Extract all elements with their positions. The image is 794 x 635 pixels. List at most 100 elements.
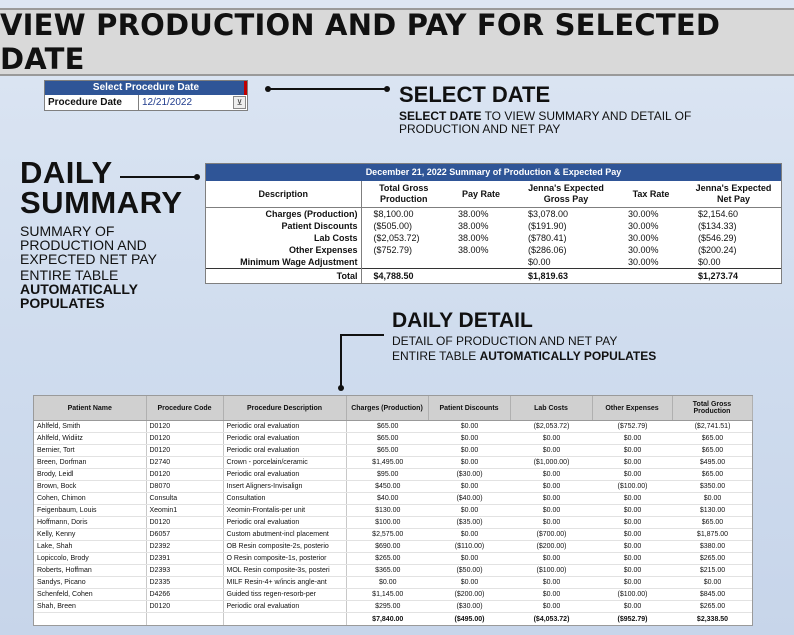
table-row[interactable]: Brown, Bock D8070 Insert Aligners-Invisali…: [34, 480, 752, 493]
connector-line: [340, 334, 342, 387]
daily-detail-line2: ENTIRE TABLE AUTOMATICALLY POPULATES: [392, 349, 722, 364]
daily-summary-heading: DAILY SUMMARY: [20, 157, 183, 218]
table-row[interactable]: Hoffmann, Doris D0120 Periodic oral evalua…: [34, 516, 752, 529]
detail-text-cell: Feigenbaum, Louis: [34, 504, 147, 517]
summary-value-cell: 30.00%: [628, 245, 659, 255]
detail-amount-cell: ($110.00): [428, 540, 510, 553]
detail-col-header: Total Gross Production: [672, 396, 753, 421]
table-row[interactable]: Feigenbaum, Louis Xeomin1 Xeomin-Frontalis…: [34, 504, 752, 517]
summary-value-cell: $1,819.63: [516, 268, 616, 283]
daily-detail-line1: DETAIL OF PRODUCTION AND NET PAY: [392, 334, 618, 348]
detail-amount-cell: $1,875.00: [672, 528, 752, 541]
summary-value-cell: $2,154.60: [698, 209, 739, 219]
detail-amount-cell: $495.00: [672, 456, 752, 469]
detail-text-cell: D8070: [146, 480, 224, 493]
detail-text-cell: Cohen, Chimon: [34, 492, 147, 505]
detail-text-cell: D6057: [146, 528, 224, 541]
detail-amount-cell: $0.00: [510, 432, 592, 445]
summary-value-cell: 30.00%: [628, 257, 659, 267]
table-row[interactable]: Bernier, Tort D0120 Periodic oral evaluati…: [34, 444, 752, 457]
detail-amount-cell: $0.00: [428, 552, 510, 565]
filter-dropdown-icon[interactable]: ⊻: [233, 96, 246, 109]
detail-amount-cell: ($752.79): [592, 420, 672, 433]
detail-amount-cell: $130.00: [672, 504, 752, 517]
detail-text-cell: D0120: [146, 444, 224, 457]
summary-title: December 21, 2022 Summary of Production …: [206, 164, 781, 181]
summary-value-cell: ($286.06): [528, 245, 567, 255]
detail-amount-cell: $7,840.00: [346, 612, 428, 625]
summary-col-header: Jenna's Expected Gross Pay: [516, 181, 616, 208]
summary-description-cell: Patient Discounts: [206, 220, 362, 232]
table-row[interactable]: Lopiccolo, Brody D2391 O Resin composite-1…: [34, 552, 752, 565]
detail-text-cell: OB Resin composite-2s, posterio: [223, 540, 347, 553]
detail-amount-cell: $0.00: [510, 492, 592, 505]
table-row[interactable]: Brody, Leidl D0120 Periodic oral evaluatio…: [34, 468, 752, 481]
summary-row: Other Expenses ($752.79) 38.00% ($286.06) 30…: [206, 244, 781, 256]
detail-amount-cell: $65.00: [346, 444, 428, 457]
table-row[interactable]: Sandys, Picano D2335 MILF Resin-4+ w/incis…: [34, 576, 752, 589]
detail-text-cell: Xeomin-Frontalis-per unit: [223, 504, 347, 517]
table-row[interactable]: Kelly, Kenny D6057 Custom abutment-incl pl…: [34, 528, 752, 541]
detail-text-cell: [34, 612, 147, 625]
summary-row: Charges (Production) $8,100.00 38.00% $3,07…: [206, 207, 781, 220]
summary-description-cell: Other Expenses: [206, 244, 362, 256]
summary-value-cell: 30.00%: [628, 209, 659, 219]
connector-dot: [194, 174, 200, 180]
detail-amount-cell: $0.00: [592, 600, 672, 613]
select-date-header: Select Procedure Date: [45, 81, 247, 95]
detail-amount-cell: ($200.00): [428, 588, 510, 601]
detail-text-cell: Ahlfeld, Widiitz: [34, 432, 147, 445]
detail-amount-cell: $0.00: [428, 432, 510, 445]
detail-amount-cell: $265.00: [672, 552, 752, 565]
detail-text-cell: Breen, Dorfman: [34, 456, 147, 469]
detail-text-cell: [223, 612, 347, 625]
table-row[interactable]: Roberts, Hoffman D2393 MOL Resin composite…: [34, 564, 752, 577]
select-date-desc-bold: SELECT DATE: [399, 109, 482, 123]
detail-text-cell: Guided tiss regen-resorb-per: [223, 588, 347, 601]
detail-amount-cell: ($100.00): [592, 588, 672, 601]
detail-amount-cell: $95.00: [346, 468, 428, 481]
summary-value-cell: $0.00: [528, 257, 551, 267]
summary-value-cell: ($505.00): [373, 221, 413, 231]
detail-col-header: Procedure Description: [223, 396, 347, 421]
detail-amount-cell: $350.00: [672, 480, 752, 493]
detail-amount-cell: $265.00: [346, 552, 428, 565]
detail-amount-cell: $0.00: [592, 516, 672, 529]
daily-detail-line2-text: ENTIRE TABLE: [392, 349, 480, 363]
procedure-date-input[interactable]: 12/21/2022 ⊻: [139, 95, 247, 110]
summary-value-cell: $4,788.50: [361, 268, 446, 283]
detail-text-cell: Crown - porcelain/ceramic: [223, 456, 347, 469]
detail-text-cell: D2335: [146, 576, 224, 589]
detail-text-cell: Periodic oral evaluation: [223, 516, 347, 529]
detail-amount-cell: $0.00: [346, 576, 428, 589]
detail-amount-cell: $0.00: [592, 468, 672, 481]
detail-amount-cell: ($35.00): [428, 516, 510, 529]
daily-detail-description: DETAIL OF PRODUCTION AND NET PAY ENTIRE …: [392, 334, 722, 364]
detail-amount-cell: $690.00: [346, 540, 428, 553]
summary-value-cell: 38.00%: [458, 209, 489, 219]
detail-amount-cell: $130.00: [346, 504, 428, 517]
summary-value-cell: [361, 256, 446, 269]
summary-row: Patient Discounts ($505.00) 38.00% ($191.90…: [206, 220, 781, 232]
detail-amount-cell: ($50.00): [428, 564, 510, 577]
detail-amount-cell: $0.00: [672, 492, 752, 505]
table-row[interactable]: Shah, Breen D0120 Periodic oral evaluation…: [34, 600, 752, 613]
table-row[interactable]: Lake, Shah D2392 OB Resin composite-2s, po…: [34, 540, 752, 553]
detail-amount-cell: ($952.79): [592, 612, 672, 625]
summary-value-cell: [446, 256, 516, 269]
table-row[interactable]: Cohen, Chimon Consulta Consultation $40.00(…: [34, 492, 752, 505]
detail-amount-cell: $215.00: [672, 564, 752, 577]
table-row[interactable]: Ahlfeld, Smith D0120 Periodic oral evaluat…: [34, 420, 752, 433]
daily-detail-line2-bold: AUTOMATICALLY POPULATES: [479, 349, 657, 363]
table-row[interactable]: Schenfeld, Cohen D4266 Guided tiss regen-r…: [34, 588, 752, 601]
detail-amount-cell: $365.00: [346, 564, 428, 577]
summary-description-cell: Charges (Production): [206, 207, 362, 220]
connector-line: [340, 334, 384, 336]
detail-text-cell: D0120: [146, 420, 224, 433]
table-row[interactable]: Breen, Dorfman D2740 Crown - porcelain/cer…: [34, 456, 752, 469]
summary-value-cell: $3,078.00: [528, 209, 569, 219]
detail-amount-cell: $0.00: [428, 576, 510, 589]
detail-col-header: Patient Name: [34, 396, 147, 421]
table-row[interactable]: Ahlfeld, Widiitz D0120 Periodic oral evalu…: [34, 432, 752, 445]
detail-text-cell: Shah, Breen: [34, 600, 147, 613]
